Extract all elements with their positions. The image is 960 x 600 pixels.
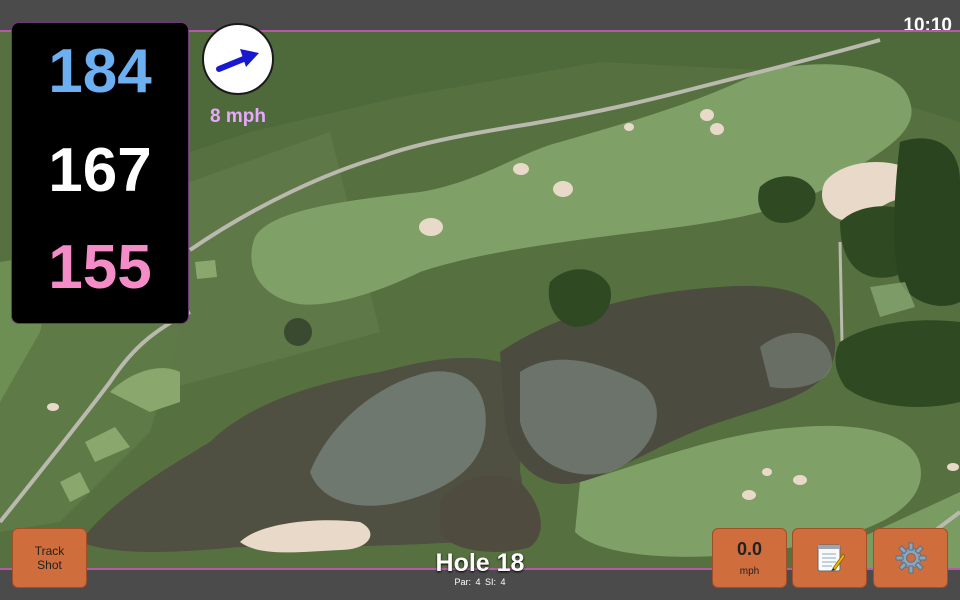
wind-indicator — [202, 23, 274, 95]
notepad-icon — [817, 544, 845, 572]
wind-direction-arrow-icon — [216, 49, 259, 72]
back-of-green-distance: 184 — [48, 37, 152, 106]
speed-unit: mph — [739, 566, 760, 577]
settings-button[interactable] — [873, 528, 948, 588]
speed-button[interactable]: 0.0 mph — [712, 528, 787, 588]
middle-of-green-distance: 167 — [48, 136, 152, 205]
front-of-green-distance: 155 — [48, 233, 152, 302]
speed-value: 0.0 — [736, 539, 763, 559]
gear-icon — [895, 542, 926, 574]
hole-title: Hole 18 — [435, 549, 525, 577]
track-shot-button[interactable]: Track Shot — [12, 528, 87, 588]
hole-par: Par: 4 — [454, 577, 481, 587]
hole-info: Par: 4 SI: 4 — [380, 577, 580, 587]
track-shot-label: Track Shot — [34, 544, 65, 572]
hole-stroke-index: SI: 4 — [485, 577, 506, 587]
distance-panel: 184 167 155 — [11, 22, 189, 324]
notes-button[interactable] — [792, 528, 867, 588]
wind-speed-label: 8 mph — [210, 106, 266, 127]
